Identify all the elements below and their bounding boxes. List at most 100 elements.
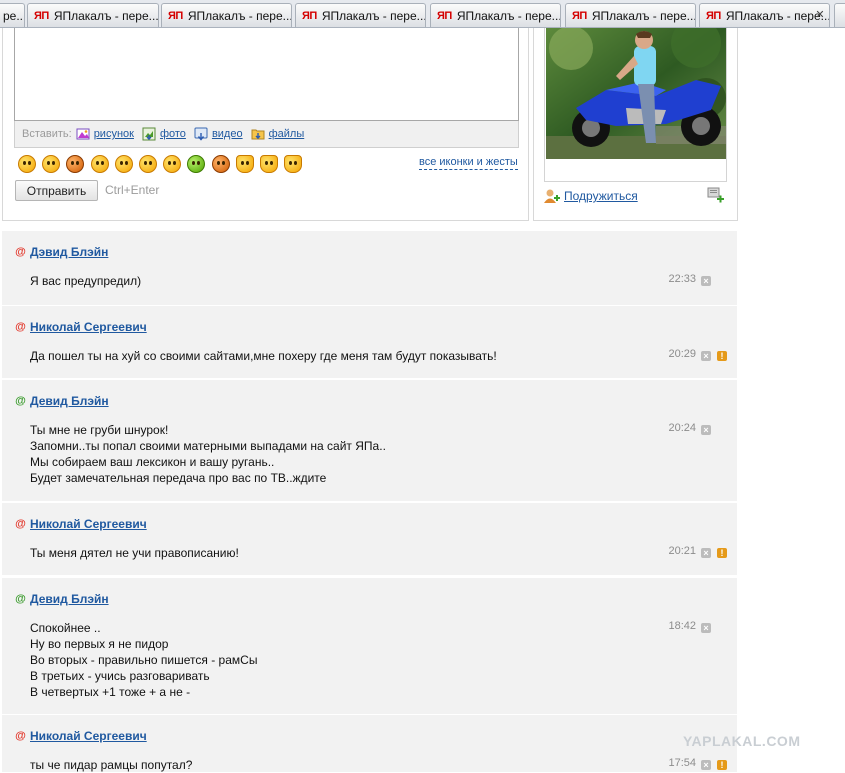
insert-label: Вставить:: [22, 128, 72, 140]
watermark: YAPLAKAL.COM: [683, 733, 801, 749]
smiley-bar: [18, 155, 308, 175]
profile-photo-frame: [544, 28, 727, 182]
smiley-icon[interactable]: [211, 155, 230, 173]
delete-icon[interactable]: ×: [701, 623, 711, 633]
delete-icon[interactable]: ×: [701, 276, 711, 286]
add-friend-link[interactable]: Подружиться: [564, 189, 638, 203]
message-textarea[interactable]: [14, 28, 519, 121]
tab-title: ЯПлакалъ - пере...: [53, 8, 159, 23]
report-icon[interactable]: !: [717, 351, 727, 361]
message-author: @ Девид Блэйн: [14, 394, 109, 408]
browser-tab-active[interactable]: ЯП ЯПлакалъ - пере... ✕: [699, 3, 830, 27]
smiley-icon[interactable]: [66, 155, 85, 173]
tab-title: ЯПлакалъ - пере...: [187, 8, 292, 23]
files-icon: [251, 129, 265, 140]
yaplakal-logo-icon: ЯП: [437, 9, 452, 22]
message-time: 17:54: [668, 757, 696, 769]
author-link[interactable]: Николай Сергеевич: [30, 320, 147, 334]
browser-tab[interactable]: ЯП ЯПлакалъ - пере...: [27, 3, 159, 27]
browser-tab[interactable]: ЯП ЯПлакалъ - пере...: [430, 3, 561, 27]
message-item: @ Девид Блэйн Ты мне не груби шнурок! За…: [2, 380, 737, 501]
smiley-icon[interactable]: [163, 155, 182, 173]
add-friend-icon: [544, 189, 560, 203]
profile-photo[interactable]: [546, 28, 726, 159]
offline-status-icon: @: [15, 729, 26, 742]
insert-video-link[interactable]: видео: [194, 127, 243, 141]
yaplakal-logo-icon: ЯП: [34, 9, 49, 22]
author-link[interactable]: Николай Сергеевич: [30, 729, 147, 743]
delete-icon[interactable]: ×: [701, 760, 711, 770]
add-note-icon[interactable]: [707, 186, 725, 204]
message-item: @ Николай Сергеевич Ты меня дятел не учи…: [2, 503, 737, 575]
shortcut-hint: Ctrl+Enter: [105, 183, 160, 197]
message-text: Я вас предупредил): [30, 274, 142, 288]
yaplakal-logo-icon: ЯП: [572, 9, 587, 22]
all-icons-link[interactable]: все иконки и жесты: [419, 156, 518, 170]
author-link[interactable]: Николай Сергеевич: [30, 517, 147, 531]
friend-row: Подружиться: [543, 186, 733, 206]
smiley-icon[interactable]: [42, 155, 61, 173]
message-author: @ Николай Сергеевич: [14, 320, 147, 334]
yaplakal-logo-icon: ЯП: [302, 9, 317, 22]
tab-title: ЯПлакалъ - пере...: [591, 8, 696, 23]
browser-tab-bar: ре... ЯП ЯПлакалъ - пере... ЯП ЯПлакалъ …: [0, 0, 845, 28]
delete-icon[interactable]: ×: [701, 351, 711, 361]
yaplakal-logo-icon: ЯП: [706, 9, 721, 22]
author-link[interactable]: Девид Блэйн: [30, 592, 109, 606]
message-time: 20:24: [668, 422, 696, 434]
online-status-icon: @: [15, 394, 26, 407]
message-time: 20:29: [668, 348, 696, 360]
message-text: Ты мне не груби шнурок! Запомни..ты попа…: [30, 423, 386, 485]
victory-hand-icon[interactable]: [259, 155, 278, 173]
thumbs-up-icon[interactable]: [235, 155, 254, 173]
browser-tab[interactable]: ре...: [0, 3, 25, 27]
insert-picture-link[interactable]: рисунок: [76, 127, 134, 141]
message-time: 20:21: [668, 545, 696, 557]
close-tab-icon[interactable]: ✕: [813, 8, 827, 22]
online-status-icon: @: [15, 592, 26, 605]
message-text: Спокойнее .. Ну во первых я не пидор Во …: [30, 621, 258, 699]
smiley-icon[interactable]: [18, 155, 36, 173]
offline-status-icon: @: [15, 517, 26, 530]
motorcycle-photo-icon: [546, 28, 726, 159]
message-item: @ Дэвид Блэйн Я вас предупредил) 22:33 ×: [2, 231, 737, 305]
message-item: @ Николай Сергеевич Да пошел ты на хуй с…: [2, 306, 737, 378]
author-link[interactable]: Девид Блэйн: [30, 394, 109, 408]
smiley-icon[interactable]: [114, 155, 133, 173]
report-icon[interactable]: !: [717, 548, 727, 558]
browser-tab[interactable]: ЯП ЯПлакалъ - пере...: [565, 3, 696, 27]
offline-status-icon: @: [15, 245, 26, 258]
offline-status-icon: @: [15, 320, 26, 333]
photo-icon: [142, 127, 156, 141]
tab-title: ре...: [3, 8, 25, 23]
message-text: Ты меня дятел не учи правописанию!: [30, 546, 239, 560]
insert-photo-link[interactable]: фото: [142, 127, 186, 141]
message-author: @ Николай Сергеевич: [14, 517, 147, 531]
message-text: Да пошел ты на хуй со своими сайтами,мне…: [30, 349, 497, 363]
browser-tab[interactable]: ЯП ЯПлакалъ - пере...: [161, 3, 292, 27]
insert-toolbar: Вставить: рисунок фото видео файлы: [14, 121, 519, 148]
message-author: @ Николай Сергеевич: [14, 729, 147, 743]
video-icon: [194, 127, 208, 141]
message-item: @ Николай Сергеевич ты че пидар рамцы по…: [2, 715, 737, 772]
smiley-icon[interactable]: [90, 155, 109, 173]
report-icon[interactable]: !: [717, 760, 727, 770]
message-item: @ Девид Блэйн Спокойнее .. Ну во первых …: [2, 578, 737, 714]
delete-icon[interactable]: ×: [701, 548, 711, 558]
message-text: ты че пидар рамцы попутал?: [30, 758, 193, 772]
message-time: 22:33: [668, 273, 696, 285]
fingers-crossed-icon[interactable]: [284, 155, 303, 173]
browser-tab[interactable]: ЯП ЯПлакалъ - пере...: [295, 3, 426, 27]
smiley-icon[interactable]: [138, 155, 157, 173]
tab-title: ЯПлакалъ - пере...: [321, 8, 426, 23]
insert-files-link[interactable]: файлы: [251, 127, 304, 141]
author-link[interactable]: Дэвид Блэйн: [30, 245, 108, 259]
smiley-icon[interactable]: [187, 155, 206, 173]
message-author: @ Девид Блэйн: [14, 592, 109, 606]
message-author: @ Дэвид Блэйн: [14, 245, 108, 259]
message-time: 18:42: [668, 620, 696, 632]
send-button[interactable]: Отправить: [15, 180, 98, 201]
profile-panel: Подружиться: [533, 28, 738, 221]
delete-icon[interactable]: ×: [701, 425, 711, 435]
browser-tab-overflow[interactable]: [834, 3, 845, 27]
